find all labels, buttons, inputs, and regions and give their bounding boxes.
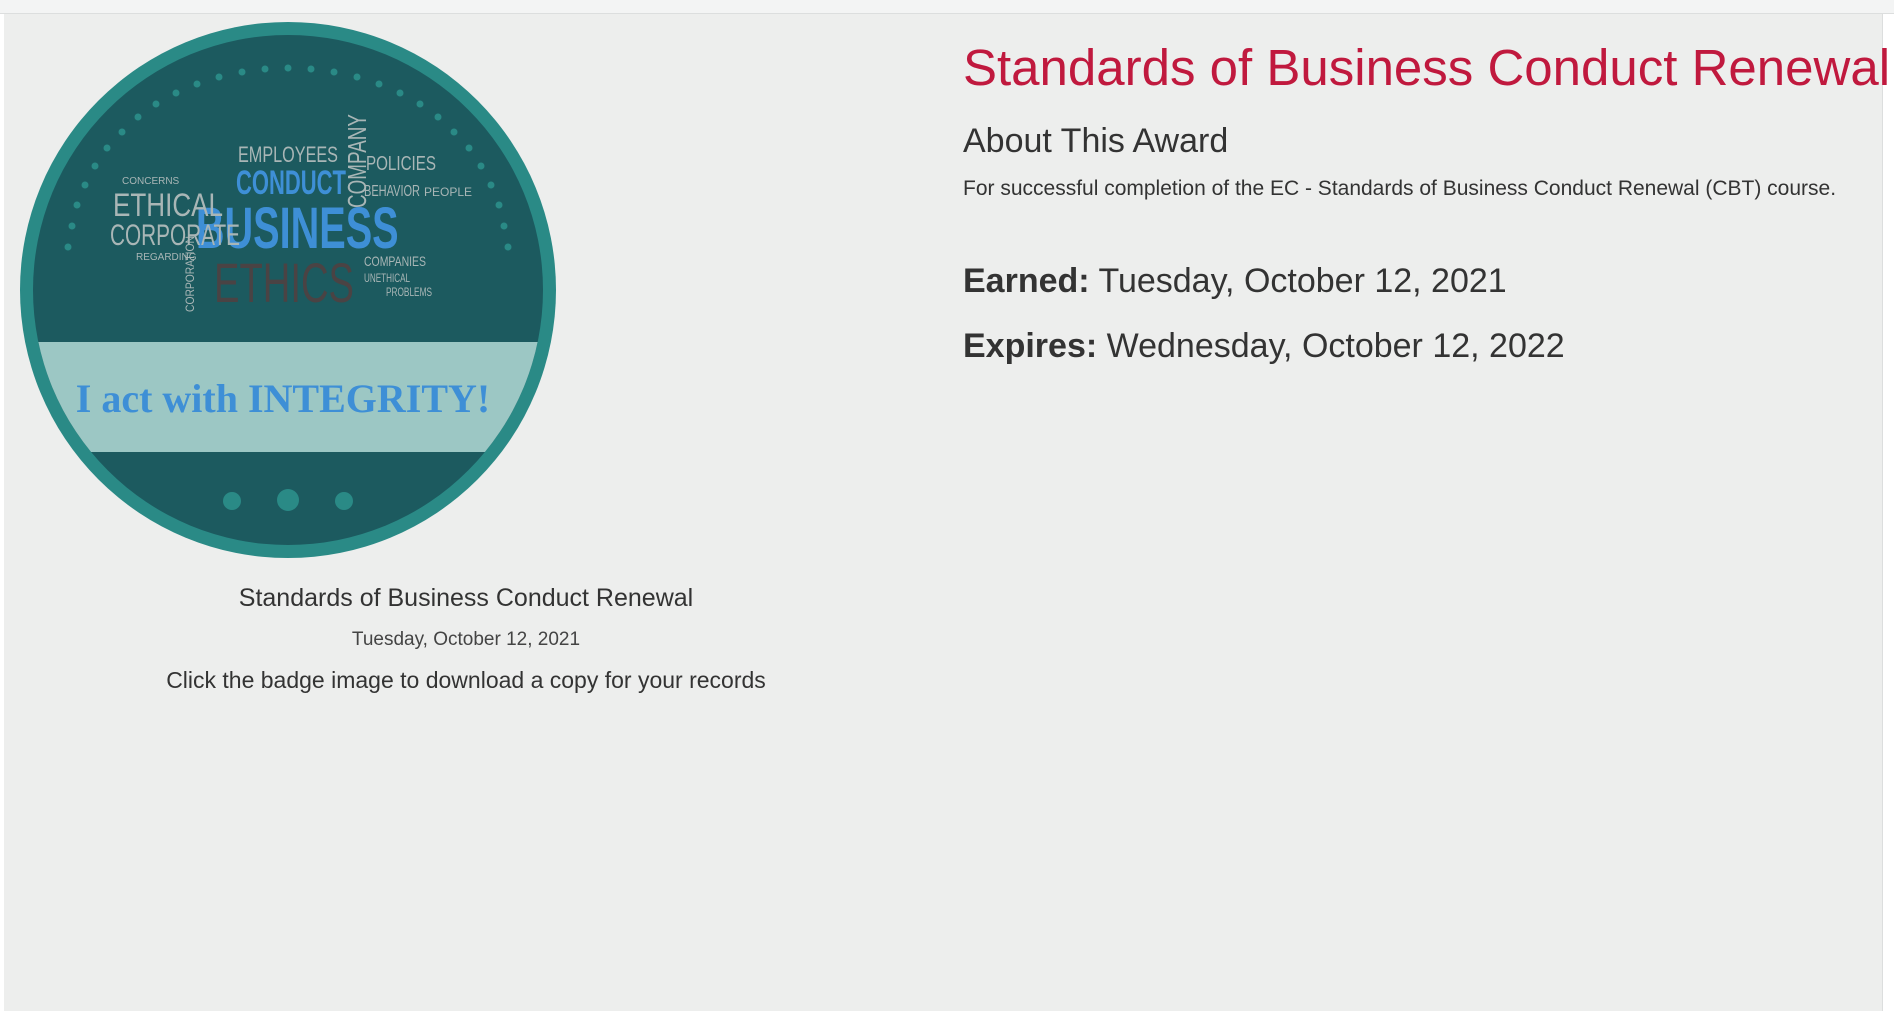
earned-label: Earned: bbox=[963, 262, 1090, 300]
badge-banner-text: I act with INTEGRITY! bbox=[76, 376, 490, 421]
cloud-word: CORPORATE bbox=[110, 219, 240, 252]
earned-row: Earned: Tuesday, October 12, 2021 bbox=[963, 262, 1507, 301]
cloud-word: CORPORATION bbox=[183, 236, 197, 312]
badge-image-download-link[interactable]: BUSINESS ETHICS CONDUCT ETHICAL CORPORAT… bbox=[18, 20, 558, 560]
badge-download-hint: Click the badge image to download a copy… bbox=[166, 667, 766, 693]
cloud-word: CONDUCT bbox=[236, 164, 346, 202]
cloud-word: COMPANY bbox=[342, 114, 372, 208]
cloud-word: CONCERNS bbox=[122, 176, 180, 187]
expires-label: Expires: bbox=[963, 327, 1098, 365]
expires-row: Expires: Wednesday, October 12, 2022 bbox=[963, 327, 1565, 366]
earned-date: Tuesday, October 12, 2021 bbox=[1098, 262, 1507, 300]
expires-date: Wednesday, October 12, 2022 bbox=[1106, 327, 1565, 365]
award-title: Standards of Business Conduct Renewal bbox=[963, 39, 1891, 96]
badge-caption-title: Standards of Business Conduct Renewal bbox=[238, 584, 694, 612]
badge-caption-date: Tuesday, October 12, 2021 bbox=[351, 629, 581, 650]
about-award-heading: About This Award bbox=[963, 122, 1229, 160]
cloud-word: COMPANIES bbox=[364, 253, 426, 269]
award-description: For successful completion of the EC - St… bbox=[963, 177, 1837, 200]
cloud-word: BEHAVIOR bbox=[364, 183, 420, 200]
cloud-word: PEOPLE bbox=[424, 185, 472, 199]
award-page: BUSINESS ETHICS CONDUCT ETHICAL CORPORAT… bbox=[4, 14, 1890, 1011]
cloud-word: UNETHICAL bbox=[364, 271, 410, 285]
cloud-word: EMPLOYEES bbox=[238, 142, 338, 167]
badge-image[interactable]: BUSINESS ETHICS CONDUCT ETHICAL CORPORAT… bbox=[18, 20, 558, 560]
cloud-word: POLICIES bbox=[366, 153, 436, 175]
cloud-word: ETHICAL bbox=[113, 187, 223, 223]
cloud-word: ETHICS bbox=[214, 251, 354, 314]
top-bar bbox=[0, 0, 1894, 14]
window-right-edge bbox=[1882, 14, 1894, 1011]
cloud-word: PROBLEMS bbox=[386, 285, 432, 299]
